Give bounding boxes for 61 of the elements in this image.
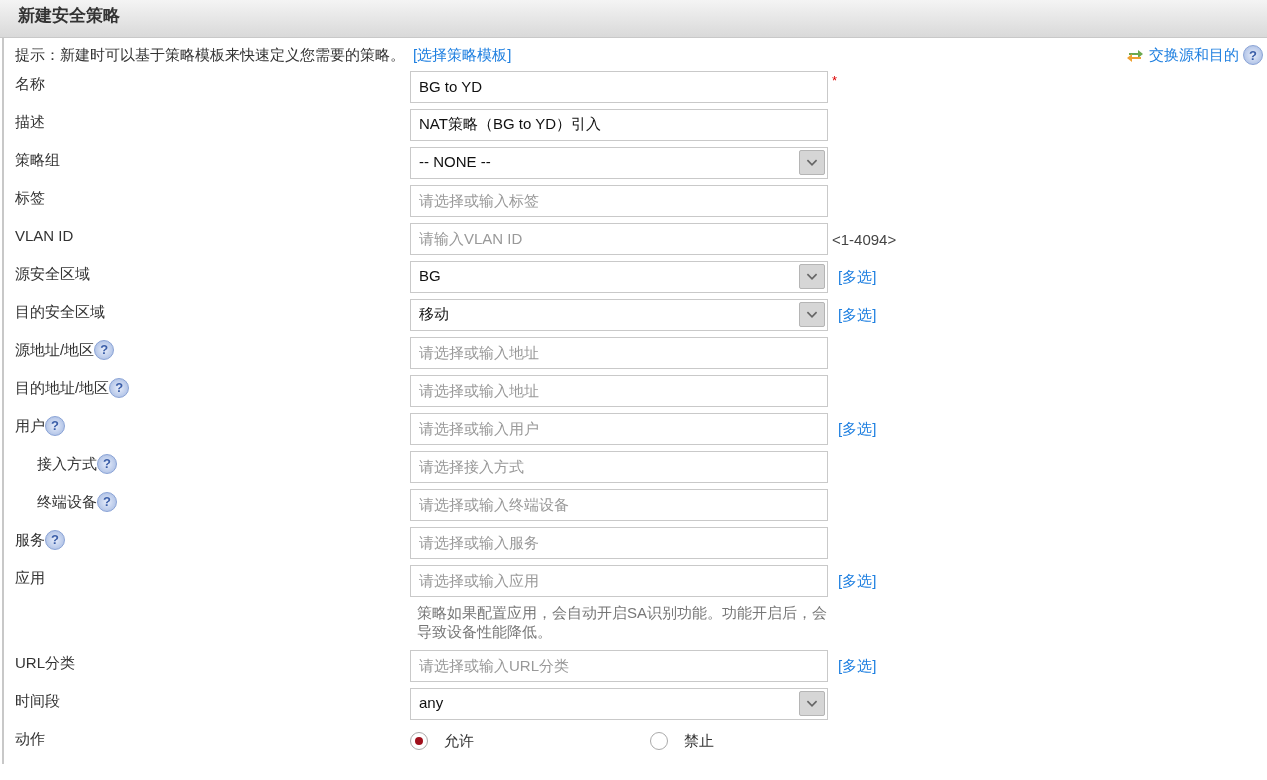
swap-arrows-icon[interactable] (1125, 47, 1145, 64)
multi-select-link[interactable]: [多选] (838, 649, 877, 677)
field-label: 接入方式 (37, 453, 97, 474)
dropdown-field[interactable]: any (410, 687, 828, 720)
text-field[interactable]: 请选择或输入URL分类 (410, 649, 828, 682)
multi-select-link[interactable]: [多选] (838, 260, 877, 288)
radio-button[interactable] (410, 731, 428, 750)
help-icon[interactable]: ? (45, 415, 65, 436)
text-field[interactable]: 请选择或输入地址 (410, 336, 828, 369)
field-label: 目的地址/地区 (15, 377, 110, 398)
panel-title: 新建安全策略 (17, 6, 120, 25)
radio-label: 禁止 (684, 730, 714, 751)
text-field[interactable]: 请选择或输入服务 (410, 526, 828, 559)
field-label: 服务 (15, 529, 45, 550)
text-field[interactable]: 请选择或输入应用 (410, 564, 828, 597)
field-label: 用户 (15, 415, 45, 436)
text-field[interactable]: 请选择接入方式 (410, 450, 828, 483)
multi-select-link[interactable]: [多选] (838, 298, 877, 326)
field-label: URL分类 (15, 652, 75, 673)
help-icon[interactable]: ? (97, 453, 117, 474)
multi-select-link[interactable]: [多选] (838, 412, 877, 440)
text-field[interactable]: 请输入VLAN ID (410, 222, 828, 255)
field-label: 标签 (15, 187, 45, 208)
help-icon[interactable]: ? (97, 491, 117, 512)
note-text: 策略如果配置应用，会自动开启SA识别功能。功能开启后，会导致设备性能降低。 (417, 602, 828, 642)
text-field[interactable]: 请选择或输入标签 (410, 184, 828, 217)
help-icon[interactable]: ? (109, 377, 130, 398)
hint-text: 提示：新建时可以基于策略模板来快速定义您需要的策略。 (15, 45, 405, 65)
text-field[interactable]: NAT策略（BG to YD）引入 (410, 108, 828, 141)
field-label: 应用 (15, 567, 45, 588)
field-label: 终端设备 (37, 491, 97, 512)
help-icon[interactable]: ? (1243, 45, 1263, 66)
dropdown-field[interactable]: BG (410, 260, 828, 293)
text-field[interactable]: 请选择或输入终端设备 (410, 488, 828, 521)
text-field[interactable]: BG to YD (410, 70, 828, 103)
required-mark: * (832, 71, 838, 90)
multi-select-link[interactable]: [多选] (838, 564, 877, 592)
dropdown-field[interactable]: 移动 (410, 298, 828, 331)
field-label: 源安全区域 (15, 263, 90, 284)
template-link[interactable]: [选择策略模板] (413, 44, 512, 67)
dropdown-field[interactable]: -- NONE -- (410, 146, 828, 179)
text-field[interactable]: 请选择或输入用户 (410, 412, 828, 445)
radio-label: 允许 (444, 730, 474, 751)
text-field[interactable]: 请选择或输入地址 (410, 374, 828, 407)
help-icon[interactable]: ? (45, 529, 65, 550)
field-label: VLAN ID (15, 225, 74, 246)
field-label: 动作 (15, 728, 45, 749)
field-label: 名称 (15, 73, 45, 94)
range-hint: <1-4094> (832, 229, 897, 250)
radio-button[interactable] (650, 731, 668, 750)
chevron-down-icon[interactable] (799, 150, 825, 175)
field-label: 描述 (15, 111, 45, 132)
field-label: 源地址/地区 (15, 339, 95, 360)
field-label: 目的安全区域 (15, 301, 105, 322)
chevron-down-icon[interactable] (799, 264, 825, 289)
chevron-down-icon[interactable] (799, 302, 825, 327)
help-icon[interactable]: ? (94, 339, 115, 360)
chevron-down-icon[interactable] (799, 691, 825, 716)
field-label: 策略组 (15, 149, 60, 170)
swap-link[interactable]: 交换源和目的 (1149, 44, 1239, 67)
field-label: 时间段 (15, 690, 60, 711)
